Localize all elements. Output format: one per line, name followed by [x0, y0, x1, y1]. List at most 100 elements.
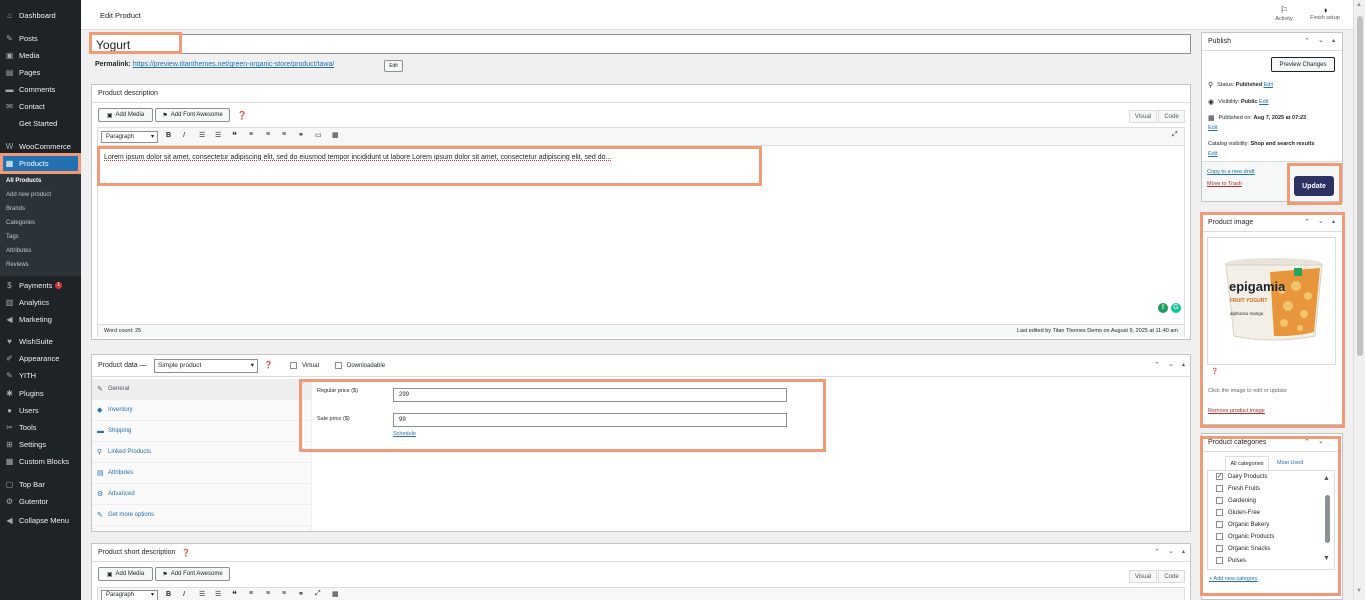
checkbox-icon[interactable] — [1216, 497, 1223, 504]
sidebar-item-woocommerce[interactable]: W WooCommerce — [0, 138, 81, 155]
numbered-list-icon[interactable]: ☰ — [215, 590, 221, 598]
tab-general[interactable]: ✎ General — [92, 379, 311, 400]
sidebar-item-media[interactable]: ▣ Media — [0, 47, 81, 64]
scroll-up-icon[interactable]: ▲ — [1356, 2, 1362, 8]
help-icon[interactable]: ❓ — [181, 549, 190, 557]
submenu-item-all-products[interactable]: All Products — [6, 178, 41, 184]
submenu-item-reviews[interactable]: Reviews — [6, 262, 29, 268]
category-item[interactable]: Organic Bakery — [1216, 521, 1269, 528]
move-down-icon[interactable]: ⌄ — [1168, 547, 1174, 555]
move-up-icon[interactable]: ⌃ — [1154, 361, 1160, 369]
tab-inventory[interactable]: ◆ Inventory — [92, 400, 311, 421]
bold-icon[interactable]: B — [166, 591, 171, 598]
move-up-icon[interactable]: ⌃ — [1304, 438, 1310, 446]
sidebar-item-analytics[interactable]: ▥ Analytics — [0, 294, 81, 311]
tab-advanced[interactable]: ⚙ Advanced — [92, 484, 311, 505]
checked-checkbox-icon[interactable]: ✓ — [1216, 473, 1223, 480]
preview-changes-button[interactable]: Preview Changes — [1271, 57, 1335, 72]
category-item[interactable]: Pulses — [1216, 557, 1246, 564]
tab-shipping[interactable]: ▬ Shipping — [92, 421, 311, 442]
title-input[interactable]: Yogurt — [91, 34, 1191, 54]
category-item[interactable]: Fresh Fruits — [1216, 485, 1260, 492]
scroll-thumb[interactable] — [1357, 16, 1363, 356]
scroll-down-icon[interactable]: ▼ — [1356, 588, 1362, 594]
sidebar-item-tools[interactable]: ✂ Tools — [0, 419, 81, 436]
move-up-icon[interactable]: ⌃ — [1154, 548, 1160, 556]
sidebar-item-contact[interactable]: ✉ Contact — [0, 98, 81, 115]
published-edit-link[interactable]: Edit — [1208, 125, 1217, 131]
move-down-icon[interactable]: ⌄ — [1318, 217, 1324, 225]
sale-price-input[interactable]: 99 — [393, 413, 787, 427]
scroll-down-icon[interactable]: ▼ — [1323, 555, 1330, 562]
collapse-icon[interactable]: ▴ — [1332, 37, 1335, 44]
collapse-icon[interactable]: ▴ — [1332, 218, 1335, 225]
sidebar-item-marketing[interactable]: ◀ Marketing — [0, 311, 81, 328]
add-font-awesome-button[interactable]: ⚑ Add Font Awesome — [155, 567, 230, 581]
add-media-button[interactable]: ▣ Add Media — [98, 567, 153, 581]
sidebar-item-users[interactable]: ● Users — [0, 402, 81, 419]
add-media-button[interactable]: ▣ Add Media — [98, 108, 153, 122]
page-scrollbar[interactable]: ▲ ▼ — [1353, 0, 1365, 600]
schedule-link[interactable]: Schedule — [393, 431, 416, 437]
sidebar-item-appearance[interactable]: ✐ Appearance — [0, 350, 81, 367]
sidebar-item-settings[interactable]: ⊞ Settings — [0, 436, 81, 453]
align-center-icon[interactable]: ≡ — [266, 590, 270, 597]
tab-visual[interactable]: Visual — [1129, 570, 1157, 583]
sidebar-item-top-bar[interactable]: ▢ Top Bar — [0, 476, 81, 493]
align-right-icon[interactable]: ≡ — [282, 590, 286, 597]
copy-draft-link[interactable]: Copy to a new draft — [1207, 169, 1255, 175]
help-icon[interactable]: ❓ — [264, 361, 273, 369]
category-item[interactable]: Organic Snacks — [1216, 545, 1270, 552]
sidebar-item-plugins[interactable]: ✱ Plugins — [0, 385, 81, 402]
status-edit-link[interactable]: Edit — [1264, 82, 1273, 88]
italic-icon[interactable]: I — [183, 591, 185, 598]
format-select[interactable]: Paragraph ▾ — [101, 590, 158, 600]
quote-icon[interactable]: ❝ — [232, 589, 237, 600]
submenu-item-tags[interactable]: Tags — [6, 234, 19, 240]
sidebar-item-payments[interactable]: $ Payments 1 — [0, 277, 81, 294]
tab-linked-products[interactable]: ⚲ Linked Products — [92, 442, 311, 463]
align-center-icon[interactable]: ≡ — [266, 131, 270, 138]
tab-code[interactable]: Code — [1158, 570, 1185, 583]
regular-price-input[interactable]: 299 — [393, 388, 787, 402]
fullscreen-icon[interactable]: ⤢ — [1172, 131, 1178, 139]
sidebar-item-comments[interactable]: ▬ Comments — [0, 81, 81, 98]
checkbox-icon[interactable] — [1216, 557, 1223, 564]
finish-setup-button[interactable]: ◑ Finish setup — [1305, 5, 1345, 21]
collapse-icon[interactable]: ▴ — [1182, 361, 1185, 368]
remove-image-link[interactable]: Remove product image — [1208, 408, 1265, 414]
move-down-icon[interactable]: ⌄ — [1168, 360, 1174, 368]
align-left-icon[interactable]: ≡ — [249, 131, 253, 138]
bold-icon[interactable]: B — [166, 132, 171, 139]
move-up-icon[interactable]: ⌃ — [1304, 37, 1310, 45]
tab-all-categories[interactable]: All categories — [1225, 456, 1269, 470]
product-image[interactable]: epigamia FRUIT YOGURT alphonso mango — [1207, 237, 1336, 365]
toolbar-toggle-icon[interactable]: ▦ — [332, 590, 339, 598]
sidebar-item-collapse-menu[interactable]: ◀ Collapse Menu — [0, 512, 81, 529]
scroll-up-icon[interactable]: ▲ — [1323, 475, 1330, 482]
submenu-item-brands[interactable]: Brands — [6, 206, 25, 212]
help-icon[interactable]: ❓ — [1211, 368, 1218, 375]
virtual-checkbox[interactable]: Virtual — [290, 362, 319, 369]
sidebar-item-products[interactable]: ▦ Products — [0, 155, 81, 172]
visibility-edit-link[interactable]: Edit — [1259, 99, 1268, 105]
category-scrollbar[interactable]: ▲ ▼ — [1321, 471, 1334, 569]
checkbox-icon[interactable] — [1216, 521, 1223, 528]
catalog-edit-link[interactable]: Edit — [1208, 151, 1217, 157]
submenu-item-categories[interactable]: Categories — [6, 220, 35, 226]
downloadable-checkbox[interactable]: Downloadable — [335, 362, 385, 369]
sidebar-item-get-started[interactable]: Get Started — [0, 115, 81, 132]
sidebar-item-wishsuite[interactable]: ♥ WishSuite — [0, 333, 81, 350]
move-up-icon[interactable]: ⌃ — [1304, 218, 1310, 226]
numbered-list-icon[interactable]: ☰ — [215, 131, 221, 139]
add-font-awesome-button[interactable]: ⚑ Add Font Awesome — [155, 108, 230, 122]
checkbox-icon[interactable] — [1216, 533, 1223, 540]
editor-content[interactable]: Lorem ipsum dolor sit amet, consectetur … — [104, 154, 1174, 161]
bullet-list-icon[interactable]: ☰ — [199, 590, 205, 598]
tab-attributes[interactable]: ▤ Attributes — [92, 463, 311, 484]
update-button[interactable]: Update — [1294, 176, 1334, 196]
permalink-link[interactable]: https://preview.titanthemes.net/green-or… — [133, 61, 335, 68]
quote-icon[interactable]: ❝ — [232, 130, 237, 141]
move-to-trash-link[interactable]: Move to Trash — [1207, 181, 1242, 187]
sidebar-item-custom-blocks[interactable]: ▦ Custom Blocks — [0, 453, 81, 470]
